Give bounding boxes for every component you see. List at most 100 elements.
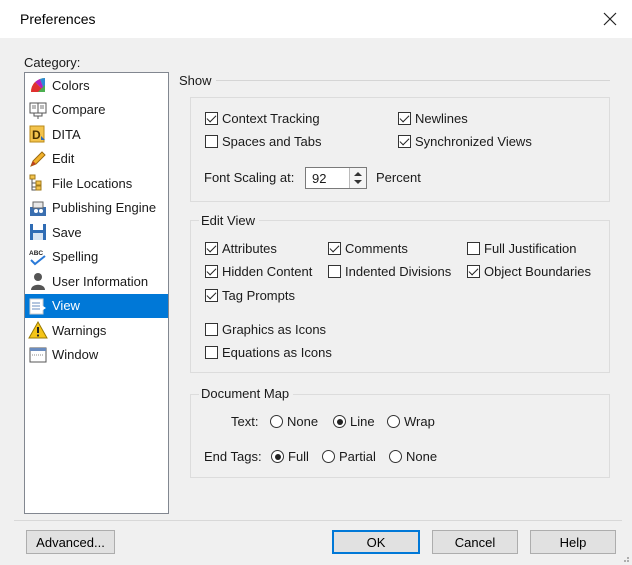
- category-list[interactable]: Colors Compare D DITA Edit File Location…: [24, 72, 169, 514]
- synchronized-views-box[interactable]: [398, 135, 411, 148]
- document-map-group: [190, 394, 610, 478]
- document-map-group-title: Document Map: [199, 386, 294, 401]
- stepper-buttons[interactable]: [349, 168, 366, 188]
- tag-prompts-box[interactable]: [205, 289, 218, 302]
- indented-divisions-box[interactable]: [328, 265, 341, 278]
- context-tracking-label: Context Tracking: [222, 111, 320, 126]
- footer-divider: [14, 520, 622, 521]
- end-tags-radio-full[interactable]: Full: [271, 449, 309, 464]
- graphics-as-icons-checkbox[interactable]: Graphics as Icons: [205, 322, 326, 337]
- file-locations-icon: [28, 173, 48, 193]
- category-item-warnings[interactable]: Warnings: [25, 318, 168, 343]
- resize-grip-icon[interactable]: [620, 553, 630, 563]
- tag-prompts-checkbox[interactable]: Tag Prompts: [205, 288, 295, 303]
- graphics-as-icons-label: Graphics as Icons: [222, 322, 327, 337]
- advanced-button[interactable]: Advanced...: [26, 530, 115, 554]
- end-tags-label: End Tags:: [204, 449, 262, 464]
- category-item-label: View: [52, 298, 80, 314]
- category-item-compare[interactable]: Compare: [25, 98, 168, 123]
- spelling-icon: ABC: [28, 247, 48, 267]
- radio-button[interactable]: [333, 415, 346, 428]
- attributes-label: Attributes: [222, 241, 277, 256]
- category-item-label: User Information: [52, 273, 149, 289]
- text-radio-line[interactable]: Line: [333, 414, 375, 429]
- font-scaling-value[interactable]: 92: [312, 171, 326, 186]
- object-boundaries-checkbox[interactable]: Object Boundaries: [467, 264, 591, 279]
- radio-label: Line: [350, 414, 375, 429]
- category-item-dita[interactable]: D DITA: [25, 122, 168, 147]
- save-icon: [28, 222, 48, 242]
- view-icon: [28, 296, 48, 316]
- hidden-content-checkbox[interactable]: Hidden Content: [205, 264, 312, 279]
- radio-button[interactable]: [270, 415, 283, 428]
- full-justification-box[interactable]: [467, 242, 480, 255]
- window-title: Preferences: [20, 11, 96, 27]
- equations-as-icons-label: Equations as Icons: [222, 345, 332, 360]
- colors-icon: [28, 75, 48, 95]
- indented-divisions-checkbox[interactable]: Indented Divisions: [328, 264, 451, 279]
- attributes-box[interactable]: [205, 242, 218, 255]
- indented-divisions-label: Indented Divisions: [345, 264, 452, 279]
- close-button[interactable]: [596, 6, 624, 32]
- equations-as-icons-box[interactable]: [205, 346, 218, 359]
- category-item-colors[interactable]: Colors: [25, 73, 168, 98]
- category-item-file-locations[interactable]: File Locations: [25, 171, 168, 196]
- spaces-tabs-box[interactable]: [205, 135, 218, 148]
- radio-button[interactable]: [389, 450, 402, 463]
- equations-as-icons-checkbox[interactable]: Equations as Icons: [205, 345, 332, 360]
- category-item-user-information[interactable]: User Information: [25, 269, 168, 294]
- text-radio-none[interactable]: None: [270, 414, 318, 429]
- comments-label: Comments: [345, 241, 408, 256]
- category-item-label: Warnings: [52, 322, 107, 338]
- end-tags-radio-partial[interactable]: Partial: [322, 449, 376, 464]
- category-item-label: File Locations: [52, 175, 133, 191]
- category-item-publishing-engine[interactable]: Publishing Engine: [25, 196, 168, 221]
- ok-button[interactable]: OK: [332, 530, 420, 554]
- newlines-box[interactable]: [398, 112, 411, 125]
- help-button[interactable]: Help: [530, 530, 616, 554]
- radio-button[interactable]: [271, 450, 284, 463]
- spaces-tabs-checkbox[interactable]: Spaces and Tabs: [205, 134, 322, 149]
- stepper-arrows-icon[interactable]: [350, 168, 366, 188]
- end-tags-radio-none[interactable]: None: [389, 449, 437, 464]
- radio-button[interactable]: [387, 415, 400, 428]
- hidden-content-box[interactable]: [205, 265, 218, 278]
- font-scaling-stepper[interactable]: 92: [305, 167, 367, 189]
- category-item-view[interactable]: View: [25, 293, 168, 318]
- category-item-label: Colors: [52, 77, 90, 93]
- synchronized-views-checkbox[interactable]: Synchronized Views: [398, 134, 532, 149]
- radio-button[interactable]: [322, 450, 335, 463]
- publishing-engine-icon: [28, 198, 48, 218]
- tag-prompts-label: Tag Prompts: [222, 288, 295, 303]
- edit-icon: [28, 149, 48, 169]
- context-tracking-box[interactable]: [205, 112, 218, 125]
- comments-box[interactable]: [328, 242, 341, 255]
- radio-label: Wrap: [404, 414, 435, 429]
- category-item-window[interactable]: Window: [25, 343, 168, 368]
- category-item-spelling[interactable]: ABC Spelling: [25, 245, 168, 270]
- cancel-button[interactable]: Cancel: [432, 530, 518, 554]
- attributes-checkbox[interactable]: Attributes: [205, 241, 277, 256]
- svg-text:D: D: [32, 128, 41, 142]
- comments-checkbox[interactable]: Comments: [328, 241, 408, 256]
- text-radio-wrap[interactable]: Wrap: [387, 414, 435, 429]
- category-item-label: DITA: [52, 126, 81, 142]
- graphics-as-icons-box[interactable]: [205, 323, 218, 336]
- newlines-label: Newlines: [415, 111, 468, 126]
- text-label: Text:: [231, 414, 259, 429]
- window-icon: [28, 345, 48, 365]
- percent-label: Percent: [376, 170, 421, 185]
- radio-label: None: [406, 449, 438, 464]
- synchronized-views-label: Synchronized Views: [415, 134, 532, 149]
- object-boundaries-box[interactable]: [467, 265, 480, 278]
- full-justification-checkbox[interactable]: Full Justification: [467, 241, 576, 256]
- context-tracking-checkbox[interactable]: Context Tracking: [205, 111, 320, 126]
- svg-text:ABC: ABC: [29, 250, 43, 257]
- category-item-edit[interactable]: Edit: [25, 147, 168, 172]
- category-item-label: Compare: [52, 102, 106, 118]
- category-item-save[interactable]: Save: [25, 220, 168, 245]
- category-label: Category:: [24, 55, 81, 70]
- warning-icon: [28, 320, 48, 340]
- newlines-checkbox[interactable]: Newlines: [398, 111, 468, 126]
- object-boundaries-label: Object Boundaries: [484, 264, 591, 279]
